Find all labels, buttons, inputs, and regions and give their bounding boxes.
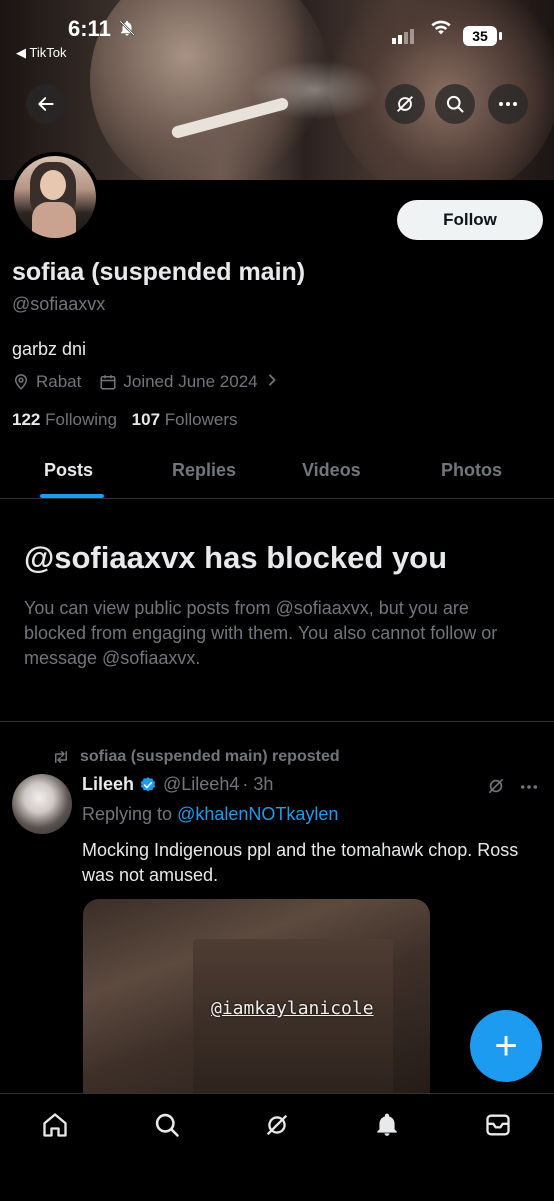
followers-label: Followers bbox=[164, 410, 238, 429]
blocked-title: @sofiaaxvx has blocked you bbox=[24, 540, 448, 575]
profile-joined: Joined June 2024 bbox=[123, 372, 258, 391]
tab-posts[interactable]: Posts bbox=[44, 460, 93, 481]
search-button[interactable] bbox=[435, 84, 475, 124]
replying-to: Replying to @khalenNOTkaylen bbox=[82, 804, 338, 825]
profile-meta: Rabat Joined June 2024 bbox=[12, 372, 278, 392]
followers-link[interactable]: 107 Followers bbox=[132, 410, 238, 429]
blocked-description: You can view public posts from @sofiaaxv… bbox=[24, 598, 498, 668]
post-author-name[interactable]: Lileeh bbox=[82, 774, 134, 795]
compose-button[interactable]: + bbox=[470, 1010, 542, 1082]
post-author-avatar[interactable] bbox=[12, 774, 72, 834]
replying-to-link[interactable]: @khalenNOTkaylen bbox=[177, 804, 338, 824]
media-watermark: @iamkaylanicole bbox=[211, 998, 374, 1019]
followers-count: 107 bbox=[131, 410, 161, 429]
home-icon bbox=[43, 1113, 67, 1137]
post-author-handle[interactable]: @Lileeh4 bbox=[163, 774, 239, 795]
back-arrow-icon bbox=[38, 97, 54, 111]
bell-icon bbox=[377, 1113, 397, 1136]
profile-location: Rabat bbox=[36, 372, 82, 391]
divider bbox=[0, 721, 554, 722]
post-media[interactable]: @iamkaylanicole bbox=[83, 899, 430, 1099]
bottom-nav bbox=[0, 1093, 554, 1201]
back-button[interactable] bbox=[26, 84, 66, 124]
status-time: 6:11 bbox=[68, 16, 111, 41]
post-more-icon[interactable] bbox=[520, 774, 538, 795]
nav-notifications[interactable] bbox=[372, 1110, 402, 1140]
tab-videos[interactable]: Videos bbox=[302, 460, 361, 481]
post-time: · 3h bbox=[242, 774, 274, 794]
profile-display-name: sofiaa (suspended main) bbox=[12, 258, 306, 286]
status-bar: 6:11 ◀ TikTok 35 bbox=[0, 0, 554, 70]
repost-label: sofiaa (suspended main) reposted bbox=[80, 748, 340, 765]
wifi-icon bbox=[430, 19, 452, 43]
more-icon bbox=[499, 102, 517, 106]
location-icon bbox=[12, 373, 30, 391]
following-label: Following bbox=[45, 410, 117, 429]
active-tab-indicator bbox=[40, 494, 104, 498]
profile-counts: 122 Following 107 Followers bbox=[12, 410, 238, 430]
nav-grok[interactable] bbox=[262, 1110, 292, 1140]
grok-icon bbox=[266, 1114, 288, 1136]
profile-handle: @sofiaaxvx bbox=[12, 294, 106, 314]
nav-home[interactable] bbox=[40, 1110, 70, 1140]
tab-replies[interactable]: Replies bbox=[172, 460, 236, 481]
follow-button[interactable]: Follow bbox=[397, 200, 543, 240]
grok-icon[interactable] bbox=[486, 776, 506, 801]
replying-prefix: Replying to bbox=[82, 804, 178, 824]
repost-icon bbox=[52, 749, 70, 765]
mail-icon bbox=[486, 1114, 510, 1136]
bell-off-icon bbox=[118, 19, 136, 42]
search-icon bbox=[446, 95, 464, 113]
plus-icon: + bbox=[494, 1023, 518, 1068]
verified-badge-icon bbox=[139, 776, 157, 794]
tab-photos[interactable]: Photos bbox=[441, 460, 502, 481]
avatar-image-shape bbox=[32, 202, 76, 238]
grok-button[interactable] bbox=[385, 84, 425, 124]
post-text: Mocking Indigenous ppl and the tomahawk … bbox=[82, 840, 519, 885]
grok-icon bbox=[397, 96, 413, 112]
battery-indicator: 35 bbox=[463, 26, 502, 46]
avatar-image-shape bbox=[40, 170, 66, 200]
more-button[interactable] bbox=[488, 84, 528, 124]
calendar-icon bbox=[99, 373, 117, 391]
search-icon bbox=[155, 1113, 179, 1137]
media-image-shape bbox=[193, 939, 393, 1099]
following-link[interactable]: 122 Following bbox=[12, 410, 117, 429]
profile-tabs: Posts Replies Videos Photos bbox=[0, 446, 554, 499]
chevron-right-icon[interactable] bbox=[266, 372, 278, 392]
post-header: Lileeh @Lileeh4 · 3h bbox=[82, 774, 273, 795]
back-to-app-link[interactable]: ◀ TikTok bbox=[16, 45, 66, 61]
following-count: 122 bbox=[12, 410, 41, 429]
profile-avatar[interactable] bbox=[14, 156, 96, 238]
cellular-signal-icon bbox=[392, 26, 416, 44]
nav-search[interactable] bbox=[152, 1110, 182, 1140]
profile-bio: garbz dni bbox=[12, 339, 87, 359]
repost-indicator[interactable]: sofiaa (suspended main) reposted bbox=[52, 748, 340, 766]
nav-messages[interactable] bbox=[483, 1110, 513, 1140]
